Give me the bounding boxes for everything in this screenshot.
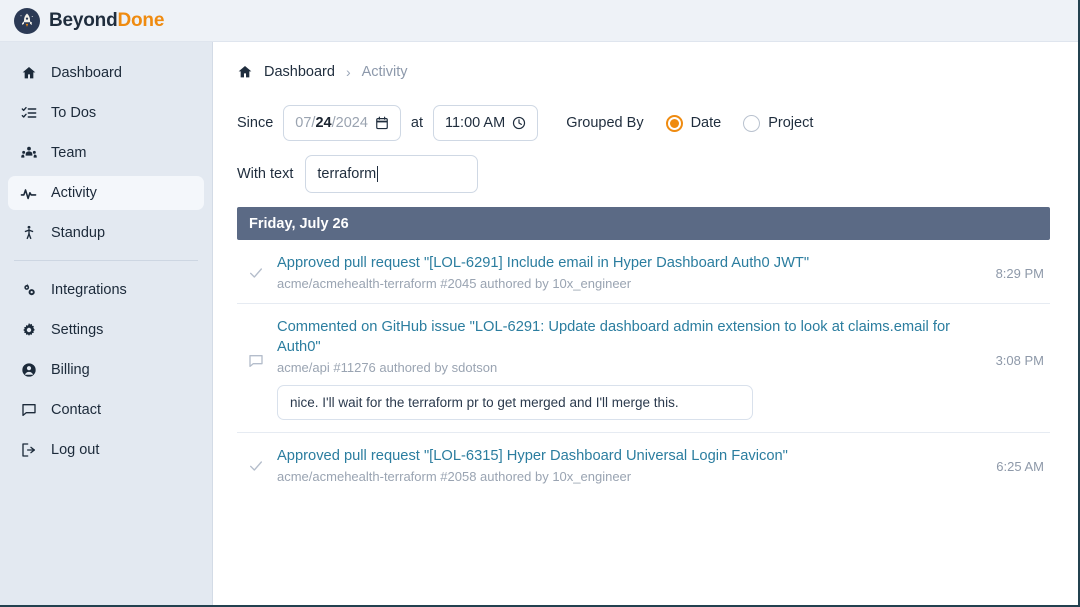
pulse-icon <box>20 185 37 202</box>
sidebar-item-label: Dashboard <box>51 65 122 81</box>
since-date-value: 07/24/2024 <box>295 115 368 131</box>
sidebar-item-standup[interactable]: Standup <box>8 216 204 250</box>
app-body: Dashboard To Dos Team Activity Standup I… <box>0 42 1078 605</box>
radio-grouped-by-project[interactable]: Project <box>743 114 814 132</box>
table-row[interactable]: Approved pull request "[LOL-6291] Includ… <box>237 240 1050 304</box>
with-text-value: terraform <box>317 166 377 182</box>
main-content: Dashboard › Activity Since 07/24/2024 at… <box>213 42 1078 605</box>
filter-row-with-text: With text terraform <box>237 155 1050 193</box>
sidebar-item-to-dos[interactable]: To Dos <box>8 96 204 130</box>
activity-title-link[interactable]: Commented on GitHub issue "LOL-6291: Upd… <box>277 317 974 357</box>
sidebar-item-label: Integrations <box>51 282 127 298</box>
list-check-icon <box>20 105 37 122</box>
with-text-label: With text <box>237 166 294 182</box>
activity-group-header: Friday, July 26 <box>237 207 1050 240</box>
gears-icon <box>20 282 37 299</box>
text-cursor <box>377 166 379 182</box>
since-date-input[interactable]: 07/24/2024 <box>283 105 401 141</box>
radio-date-indicator[interactable] <box>665 114 683 132</box>
sidebar-item-label: Log out <box>51 442 100 458</box>
activity-row-content: Commented on GitHub issue "LOL-6291: Upd… <box>277 317 974 420</box>
sidebar-item-log-out[interactable]: Log out <box>8 433 204 467</box>
user-circle-icon <box>20 362 37 379</box>
activity-meta: acme/api #11276 authored by sdotson <box>277 360 498 375</box>
activity-timestamp: 8:29 PM <box>995 266 1044 281</box>
activity-meta: acme/acmehealth-terraform #2045 authored… <box>277 276 632 291</box>
activity-row-content: Approved pull request "[LOL-6315] Hyper … <box>277 446 974 484</box>
app-window: BeyondDone Dashboard To Dos Team Activit… <box>0 0 1080 607</box>
sidebar-item-integrations[interactable]: Integrations <box>8 273 204 307</box>
radio-project-label: Project <box>768 115 814 131</box>
since-label: Since <box>237 115 274 131</box>
activity-meta: acme/acmehealth-terraform #2058 authored… <box>277 469 632 484</box>
activity-title-link[interactable]: Approved pull request "[LOL-6291] Includ… <box>277 253 974 273</box>
check-icon <box>245 253 267 281</box>
activity-list: Approved pull request "[LOL-6291] Includ… <box>237 240 1050 496</box>
radio-project-indicator[interactable] <box>743 114 761 132</box>
filter-row-since: Since 07/24/2024 at 11:00 AM Grouped By … <box>237 105 1050 141</box>
clock-icon[interactable] <box>512 116 526 130</box>
since-time-value: 11:00 AM <box>444 115 506 131</box>
date-day[interactable]: 24 <box>315 115 331 131</box>
sidebar-item-label: To Dos <box>51 105 97 121</box>
sidebar-item-activity[interactable]: Activity <box>8 176 204 210</box>
comment-icon <box>20 402 37 419</box>
breadcrumb-separator: › <box>345 64 351 80</box>
filters-panel: Since 07/24/2024 at 11:00 AM Grouped By … <box>237 105 1050 193</box>
sidebar-item-label: Contact <box>51 402 101 418</box>
activity-row-content: Approved pull request "[LOL-6291] Includ… <box>277 253 974 291</box>
sidebar-item-dashboard[interactable]: Dashboard <box>8 56 204 90</box>
sidebar-item-team[interactable]: Team <box>8 136 204 170</box>
table-row[interactable]: Commented on GitHub issue "LOL-6291: Upd… <box>237 304 1050 433</box>
breadcrumb: Dashboard › Activity <box>237 64 1050 80</box>
comment-icon <box>245 317 267 369</box>
sidebar-item-label: Standup <box>51 225 106 241</box>
date-year[interactable]: 2024 <box>336 115 368 131</box>
table-row[interactable]: Approved pull request "[LOL-6315] Hyper … <box>237 433 1050 496</box>
date-month[interactable]: 07 <box>295 115 311 131</box>
gear-icon <box>20 322 37 339</box>
activity-comment-quote: nice. I'll wait for the terraform pr to … <box>277 385 753 420</box>
breadcrumb-dashboard-link[interactable]: Dashboard <box>264 64 335 80</box>
at-label: at <box>410 115 423 131</box>
sidebar-item-billing[interactable]: Billing <box>8 353 204 387</box>
brand-name-first: Beyond <box>49 10 118 31</box>
sidebar-divider <box>14 260 198 261</box>
rocket-icon <box>14 7 40 34</box>
brand-name: BeyondDone <box>49 11 164 30</box>
brand-logo[interactable]: BeyondDone <box>14 7 164 34</box>
radio-grouped-by-date[interactable]: Date <box>665 114 722 132</box>
activity-title-link[interactable]: Approved pull request "[LOL-6315] Hyper … <box>277 446 974 466</box>
sidebar-item-label: Activity <box>51 185 97 201</box>
users-icon <box>20 145 37 162</box>
check-icon <box>245 446 267 474</box>
sign-out-icon <box>20 442 37 459</box>
top-bar: BeyondDone <box>0 0 1078 42</box>
sidebar-item-label: Billing <box>51 362 90 378</box>
radio-date-label: Date <box>690 115 722 131</box>
home-icon <box>237 64 253 80</box>
home-icon <box>20 65 37 82</box>
activity-timestamp: 6:25 AM <box>996 459 1044 474</box>
sidebar-item-label: Team <box>51 145 87 161</box>
sidebar-item-label: Settings <box>51 322 104 338</box>
grouped-by-label: Grouped By <box>566 115 644 131</box>
sidebar-item-contact[interactable]: Contact <box>8 393 204 427</box>
with-text-input[interactable]: terraform <box>305 155 479 193</box>
sidebar-item-settings[interactable]: Settings <box>8 313 204 347</box>
calendar-icon[interactable] <box>375 116 389 130</box>
breadcrumb-current: Activity <box>361 64 408 80</box>
sidebar: Dashboard To Dos Team Activity Standup I… <box>0 42 213 605</box>
activity-timestamp: 3:08 PM <box>995 353 1044 368</box>
brand-name-second: Done <box>117 10 165 31</box>
person-running-icon <box>20 225 37 242</box>
since-time-input[interactable]: 11:00 AM <box>432 105 539 141</box>
